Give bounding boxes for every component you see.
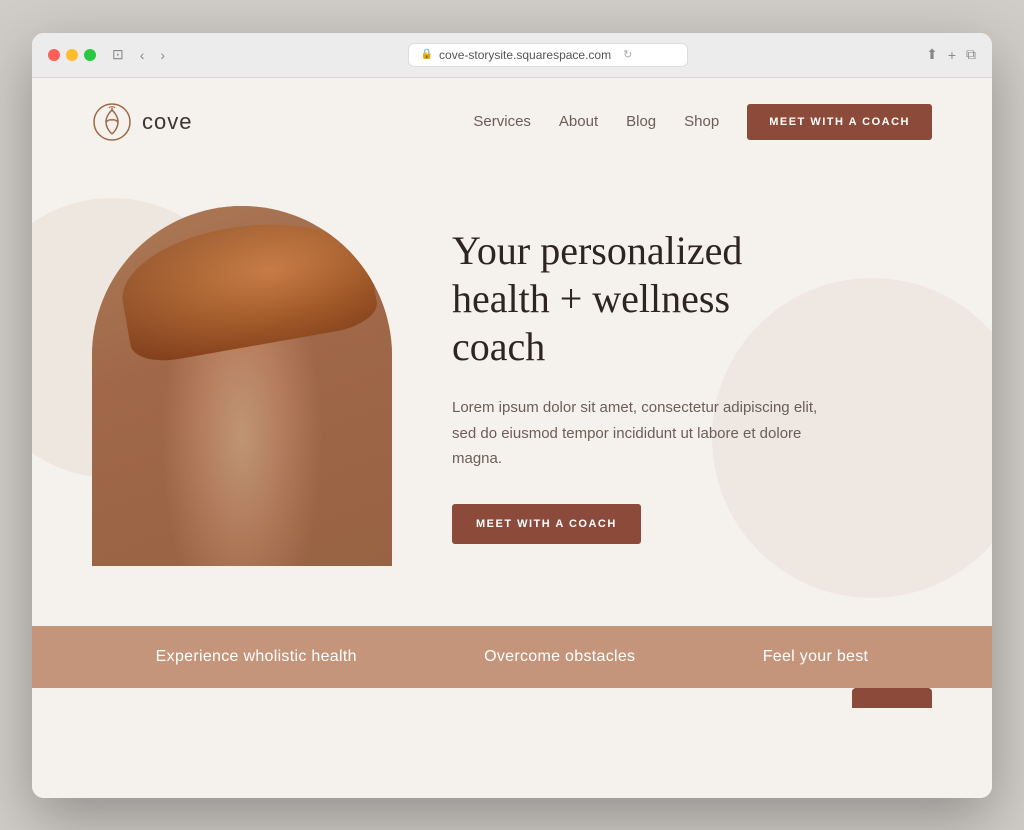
nav-about[interactable]: About bbox=[559, 113, 598, 130]
back-button[interactable]: ‹ bbox=[136, 45, 149, 65]
site-header: cove Services About Blog Shop MEET WITH … bbox=[32, 78, 992, 166]
close-button[interactable] bbox=[48, 49, 60, 61]
forward-button[interactable]: › bbox=[156, 45, 169, 65]
tagline-2: Overcome obstacles bbox=[484, 648, 635, 666]
tagline-bar: Experience wholistic health Overcome obs… bbox=[32, 626, 992, 688]
sidebar-toggle[interactable]: ⊡ bbox=[108, 44, 128, 65]
hero-description: Lorem ipsum dolor sit amet, consectetur … bbox=[452, 395, 832, 472]
minimize-button[interactable] bbox=[66, 49, 78, 61]
hero-image bbox=[92, 206, 392, 566]
url-text: cove-storysite.squarespace.com bbox=[439, 48, 611, 62]
browser-controls: ⊡ ‹ › bbox=[108, 44, 169, 65]
nav-services[interactable]: Services bbox=[473, 113, 531, 130]
hero-section: Your personalized health + wellness coac… bbox=[32, 166, 992, 626]
reload-icon[interactable]: ↻ bbox=[623, 48, 632, 61]
nav-shop[interactable]: Shop bbox=[684, 113, 719, 130]
new-tab-icon[interactable]: + bbox=[948, 47, 956, 63]
browser-window: ⊡ ‹ › 🔒 cove-storysite.squarespace.com ↻… bbox=[32, 33, 992, 798]
logo-icon bbox=[92, 102, 132, 142]
maximize-button[interactable] bbox=[84, 49, 96, 61]
site-content: cove Services About Blog Shop MEET WITH … bbox=[32, 78, 992, 798]
bottom-section-peek bbox=[32, 688, 992, 708]
hero-title: Your personalized health + wellness coac… bbox=[452, 227, 832, 371]
browser-actions: ⬆ + ⧉ bbox=[926, 46, 976, 63]
bottom-accent-bar bbox=[852, 688, 932, 708]
address-bar-input[interactable]: 🔒 cove-storysite.squarespace.com ↻ bbox=[408, 43, 688, 67]
tagline-1: Experience wholistic health bbox=[156, 648, 357, 666]
nav-cta-button[interactable]: MEET WITH A COACH bbox=[747, 104, 932, 140]
hero-cta-button[interactable]: MEET WITH A COACH bbox=[452, 504, 641, 544]
logo-area: cove bbox=[92, 102, 192, 142]
main-nav: Services About Blog Shop MEET WITH A COA… bbox=[473, 104, 932, 140]
hero-content: Your personalized health + wellness coac… bbox=[452, 227, 832, 544]
tabs-icon[interactable]: ⧉ bbox=[966, 46, 976, 63]
browser-chrome: ⊡ ‹ › 🔒 cove-storysite.squarespace.com ↻… bbox=[32, 33, 992, 78]
share-icon[interactable]: ⬆ bbox=[926, 46, 938, 63]
nav-blog[interactable]: Blog bbox=[626, 113, 656, 130]
traffic-lights bbox=[48, 49, 96, 61]
hero-photo bbox=[92, 206, 392, 566]
logo-text[interactable]: cove bbox=[142, 109, 192, 135]
tagline-3: Feel your best bbox=[763, 648, 869, 666]
lock-icon: 🔒 bbox=[421, 49, 433, 60]
address-bar: 🔒 cove-storysite.squarespace.com ↻ bbox=[181, 43, 914, 67]
